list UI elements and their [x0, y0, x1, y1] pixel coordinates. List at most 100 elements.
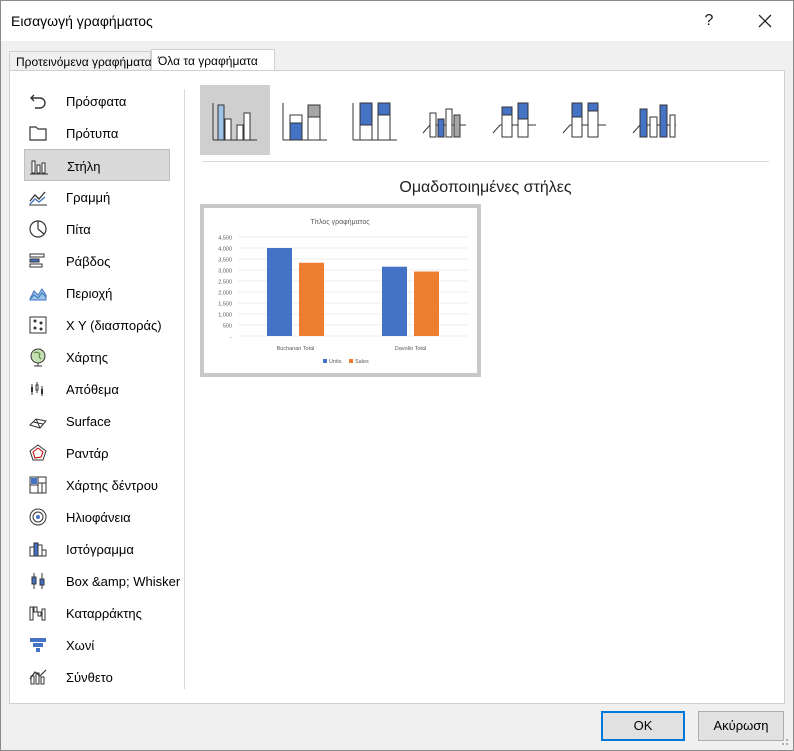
- sidebar-item-label: X Y (διασποράς): [66, 318, 162, 333]
- y-tick-label: 1,500: [218, 302, 232, 308]
- sidebar-item-box-whisker-chart[interactable]: Box &amp; Whisker: [24, 565, 180, 597]
- y-tick-label: 2,000: [218, 291, 232, 297]
- y-tick-label: 500: [223, 324, 232, 330]
- y-tick-label: 2,500: [218, 280, 232, 286]
- legend-label-units: Units: [329, 359, 342, 365]
- bar-chart-icon: [29, 253, 45, 268]
- 3d-column-icon: [632, 104, 676, 138]
- 3d-stacked-column-icon: [492, 102, 536, 138]
- sidebar-item-area-chart[interactable]: Περιοχή: [24, 277, 170, 309]
- sidebar-item-label: Surface: [66, 414, 111, 429]
- sidebar-item-histogram-chart[interactable]: Ιστόγραμμα: [24, 533, 170, 565]
- subtype-clustered-column[interactable]: [200, 85, 270, 155]
- sidebar-item-label: Box &amp; Whisker: [66, 574, 181, 589]
- sidebar-item-funnel-chart[interactable]: Χωνί: [24, 629, 170, 661]
- resize-grip-icon[interactable]: [779, 736, 789, 746]
- close-icon: [758, 14, 772, 28]
- y-tick-label: 4,000: [218, 247, 232, 253]
- sidebar-item-label: Χωνί: [66, 638, 95, 653]
- sidebar-item-label: Πρότυπα: [66, 126, 119, 141]
- folder-icon: [29, 126, 47, 141]
- subtype-3d-column[interactable]: [620, 85, 690, 155]
- x-category-label: Buchanan Total: [277, 346, 315, 352]
- dialog-title: Εισαγωγή γραφήματος: [11, 13, 153, 29]
- 3d-clustered-column-icon: [422, 108, 466, 138]
- sidebar-item-line-chart[interactable]: Γραμμή: [24, 181, 170, 213]
- close-button[interactable]: [753, 9, 777, 33]
- sidebar-item-waterfall-chart[interactable]: Καταρράκτης: [24, 597, 170, 629]
- 100-stacked-column-icon: [352, 102, 397, 141]
- y-tick-label: 3,500: [218, 258, 232, 264]
- sunburst-chart-icon: [29, 508, 47, 526]
- x-category-label: Davolio Total: [395, 346, 426, 352]
- legend-swatch-units: [323, 359, 327, 363]
- sidebar-item-bar-chart[interactable]: Ράβδος: [24, 245, 170, 277]
- sidebar-item-treemap-chart[interactable]: Χάρτης δέντρου: [24, 469, 170, 501]
- sidebar-item-label: Ηλιοφάνεια: [66, 510, 131, 525]
- map-chart-icon: [30, 348, 46, 367]
- sidebar-divider: [184, 89, 185, 689]
- sidebar-item-scatter-chart[interactable]: X Y (διασποράς): [24, 309, 170, 341]
- combo-chart-icon: [29, 669, 47, 685]
- subtype-3d-100-stacked-column[interactable]: [550, 85, 620, 155]
- legend-swatch-sales: [349, 359, 353, 363]
- preview-chart-svg: Τίτλος γραφήματος - 500 1,000 1,500 2,000 2,50…: [218, 218, 468, 365]
- bar-units-0: [267, 248, 292, 336]
- sidebar-item-sunburst-chart[interactable]: Ηλιοφάνεια: [24, 501, 170, 533]
- sidebar-item-label: Ιστόγραμμα: [66, 542, 134, 557]
- sidebar-item-undo[interactable]: Πρόσφατα: [24, 85, 170, 117]
- subtype-3d-clustered-column[interactable]: [410, 85, 480, 155]
- tab-all-charts[interactable]: Όλα τα γραφήματα: [151, 49, 275, 71]
- treemap-chart-icon: [29, 476, 47, 494]
- sidebar-item-surface-chart[interactable]: Surface: [24, 405, 170, 437]
- sidebar-item-pie-chart[interactable]: Πίτα: [24, 213, 170, 245]
- bar-units-1: [382, 266, 407, 336]
- y-tick-label: -: [230, 335, 232, 341]
- preview-heading: Ομαδοποιημένες στήλες: [399, 179, 572, 196]
- sidebar-item-label: Ράβδος: [66, 254, 111, 269]
- sidebar-item-label: Ραντάρ: [66, 446, 109, 461]
- chart-title: Τίτλος γραφήματος: [310, 218, 370, 226]
- chart-preview[interactable]: Τίτλος γραφήματος - 500 1,000 1,500 2,000 2,50…: [200, 204, 481, 377]
- sidebar-item-label: Γραμμή: [66, 190, 111, 205]
- area-chart-icon: [29, 288, 47, 301]
- sidebar-item-label: Καταρράκτης: [66, 606, 142, 621]
- cancel-button[interactable]: Ακύρωση: [698, 711, 784, 741]
- title-bar: Εισαγωγή γραφήματος ?: [1, 1, 793, 41]
- sidebar-item-folder[interactable]: Πρότυπα: [24, 117, 170, 149]
- undo-icon: [30, 94, 46, 109]
- sidebar-item-label: Περιοχή: [66, 286, 113, 301]
- insert-chart-dialog: Εισαγωγή γραφήματος ? Προτεινόμενα γραφή…: [0, 0, 794, 751]
- bar-sales-1: [414, 271, 439, 336]
- clustered-column-icon: [212, 103, 257, 141]
- gallery-divider: [202, 161, 769, 162]
- sidebar-item-label: Χάρτης δέντρου: [66, 478, 159, 493]
- sidebar-item-label: Απόθεμα: [66, 382, 119, 397]
- sidebar-item-label: Στήλη: [67, 159, 101, 174]
- subtype-stacked-column[interactable]: [270, 85, 340, 155]
- tab-recommended-charts[interactable]: Προτεινόμενα γραφήματα: [9, 51, 152, 71]
- sidebar-item-radar-chart[interactable]: Ραντάρ: [24, 437, 170, 469]
- sidebar-item-label: Πρόσφατα: [66, 94, 127, 109]
- waterfall-chart-icon: [29, 606, 46, 621]
- sidebar-item-combo-chart[interactable]: Σύνθετο: [24, 661, 170, 693]
- radar-chart-icon: [29, 444, 47, 461]
- sidebar-item-label: Χάρτης: [66, 350, 109, 365]
- sidebar-item-map-chart[interactable]: Χάρτης: [24, 341, 170, 373]
- box-whisker-chart-icon: [31, 573, 45, 589]
- stacked-column-icon: [282, 103, 327, 141]
- y-tick-label: 4,500: [218, 236, 232, 242]
- help-button[interactable]: ?: [697, 9, 721, 33]
- column-chart-icon: [30, 160, 48, 175]
- scatter-chart-icon: [29, 316, 47, 334]
- histogram-chart-icon: [29, 542, 47, 557]
- sidebar-item-stock-chart[interactable]: Απόθεμα: [24, 373, 170, 405]
- ok-button[interactable]: OK: [601, 711, 685, 741]
- pie-chart-icon: [29, 220, 47, 238]
- y-tick-label: 1,000: [218, 313, 232, 319]
- subtype-100-stacked-column[interactable]: [340, 85, 410, 155]
- surface-chart-icon: [29, 418, 47, 429]
- line-chart-icon: [29, 191, 47, 206]
- sidebar-item-column-chart[interactable]: Στήλη: [24, 149, 170, 181]
- subtype-3d-stacked-column[interactable]: [480, 85, 550, 155]
